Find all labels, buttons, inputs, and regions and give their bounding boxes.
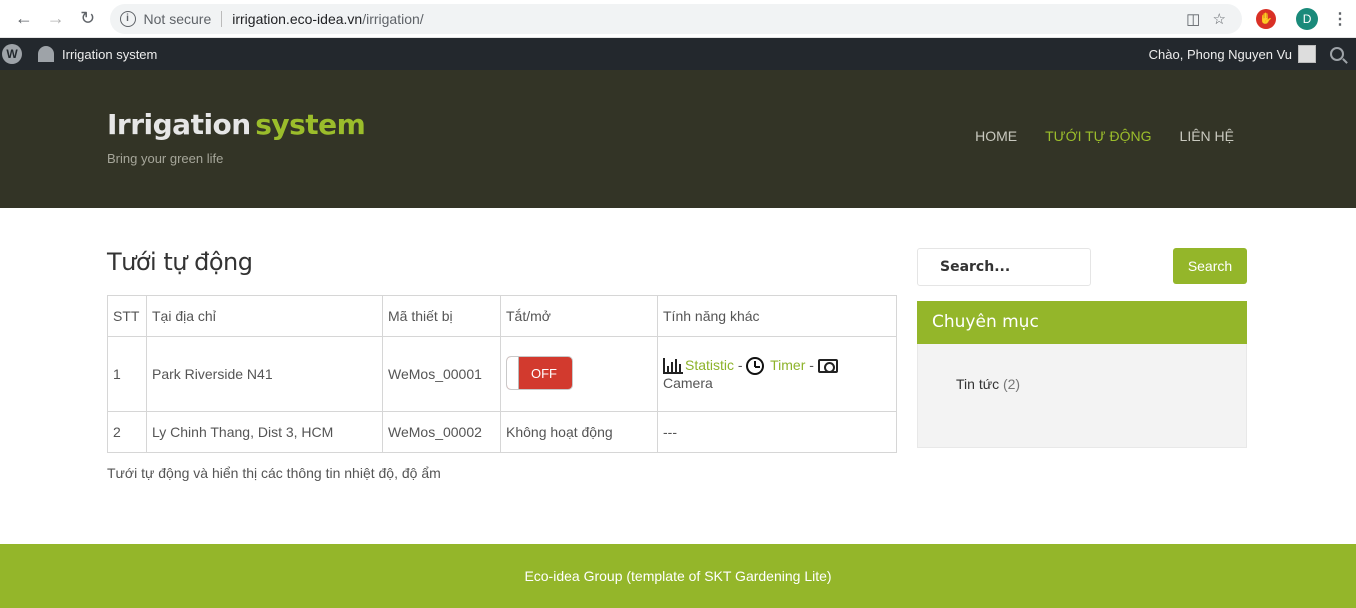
admin-bar: W Irrigation system Chào, Phong Nguyen V… bbox=[0, 38, 1356, 70]
search-icon[interactable] bbox=[1330, 47, 1344, 61]
timer-link[interactable]: Timer bbox=[770, 357, 805, 373]
device-table: STT Tại địa chỉ Mã thiết bị Tắt/mở Tính … bbox=[107, 295, 897, 453]
cell-device: WeMos_00001 bbox=[382, 336, 501, 412]
cell-status: Không hoạt động bbox=[500, 411, 658, 453]
avatar[interactable] bbox=[1298, 45, 1316, 63]
browser-toolbar: ← → ↻ i Not secure irrigation.eco-idea.v… bbox=[0, 0, 1356, 38]
menu-icon[interactable]: ⋮ bbox=[1332, 9, 1348, 29]
categories-widget: Tin tức (2) bbox=[917, 344, 1247, 448]
wordpress-icon[interactable]: W bbox=[2, 44, 22, 64]
cell-features: Statistic - Timer - Camera bbox=[657, 336, 897, 412]
table-row: 1 Park Riverside N41 WeMos_00001 OFF Sta… bbox=[107, 336, 897, 412]
site-header: Irrigation system Bring your green life … bbox=[0, 70, 1356, 208]
address-bar[interactable]: i Not secure irrigation.eco-idea.vn/irri… bbox=[109, 3, 1243, 34]
back-icon[interactable]: ← bbox=[8, 3, 40, 35]
separator: - bbox=[809, 356, 814, 373]
main-nav: HOME TƯỚI TỰ ĐỘNG LIÊN HỆ bbox=[975, 128, 1234, 144]
url-path: /irrigation/ bbox=[362, 10, 424, 27]
cell-stt: 2 bbox=[107, 411, 147, 453]
nav-auto-irrigation[interactable]: TƯỚI TỰ ĐỘNG bbox=[1045, 128, 1151, 144]
forward-icon[interactable]: → bbox=[40, 3, 72, 35]
footer-text: Eco-idea Group (template of SKT Gardenin… bbox=[524, 568, 832, 584]
page-description: Tưới tự động và hiển thị các thông tin n… bbox=[107, 465, 441, 481]
site-tagline: Bring your green life bbox=[107, 151, 224, 166]
cell-stt: 1 bbox=[107, 336, 147, 412]
alarm-clock-icon[interactable] bbox=[746, 357, 765, 376]
col-device: Mã thiết bị bbox=[382, 295, 501, 337]
url-host: irrigation.eco-idea.vn bbox=[232, 10, 363, 27]
site-title-part1: Irrigation bbox=[107, 108, 251, 141]
table-row: 2 Ly Chinh Thang, Dist 3, HCM WeMos_0000… bbox=[107, 411, 897, 453]
cell-features: --- bbox=[657, 411, 897, 453]
star-icon[interactable]: ☆ bbox=[1206, 6, 1232, 32]
categories-widget-title: Chuyên mục bbox=[917, 301, 1247, 344]
profile-avatar[interactable]: D bbox=[1296, 7, 1318, 30]
nav-contact[interactable]: LIÊN HỆ bbox=[1180, 128, 1234, 144]
category-item[interactable]: Tin tức (2) bbox=[956, 376, 1020, 392]
divider bbox=[221, 10, 223, 27]
search-button[interactable]: Search bbox=[1173, 248, 1247, 284]
url-text[interactable]: irrigation.eco-idea.vn/irrigation/ bbox=[232, 11, 423, 27]
col-stt: STT bbox=[107, 295, 147, 337]
security-label: Not secure bbox=[143, 10, 212, 27]
col-address: Tại địa chỉ bbox=[146, 295, 383, 337]
search-input[interactable]: Search... bbox=[917, 248, 1091, 286]
site-footer: Eco-idea Group (template of SKT Gardenin… bbox=[0, 544, 1356, 608]
cell-toggle: OFF bbox=[500, 336, 658, 412]
translate-icon[interactable]: ◫ bbox=[1180, 6, 1206, 32]
camera-icon[interactable] bbox=[817, 359, 838, 374]
cell-address: Park Riverside N41 bbox=[146, 336, 383, 412]
category-count: (2) bbox=[1002, 376, 1021, 392]
cell-device: WeMos_00002 bbox=[382, 411, 501, 453]
site-brand[interactable]: Irrigation system Bring your green life bbox=[107, 108, 366, 166]
table-header-row: STT Tại địa chỉ Mã thiết bị Tắt/mở Tính … bbox=[107, 295, 897, 337]
col-features: Tính năng khác bbox=[657, 295, 897, 337]
toggle-label: OFF bbox=[531, 365, 557, 381]
bar-chart-icon[interactable] bbox=[663, 358, 683, 375]
dashboard-icon[interactable] bbox=[38, 46, 54, 62]
reload-icon[interactable]: ↻ bbox=[72, 3, 104, 35]
user-greeting[interactable]: Chào, Phong Nguyen Vu bbox=[1149, 47, 1292, 62]
extension-icon[interactable]: ✋ bbox=[1256, 8, 1277, 29]
power-toggle[interactable]: OFF bbox=[506, 355, 573, 390]
col-toggle: Tắt/mở bbox=[500, 295, 658, 337]
page-title: Tưới tự động bbox=[107, 248, 253, 276]
toggle-knob bbox=[507, 356, 519, 389]
separator: - bbox=[737, 356, 743, 373]
info-icon[interactable]: i bbox=[119, 10, 136, 27]
statistic-link[interactable]: Statistic bbox=[685, 357, 734, 373]
category-link[interactable]: Tin tức bbox=[956, 376, 999, 392]
content-area: Tưới tự động STT Tại địa chỉ Mã thiết bị… bbox=[0, 208, 1356, 543]
cell-address: Ly Chinh Thang, Dist 3, HCM bbox=[146, 411, 383, 453]
admin-site-name[interactable]: Irrigation system bbox=[62, 47, 157, 62]
camera-link[interactable]: Camera bbox=[663, 375, 713, 391]
site-title-part2: system bbox=[255, 108, 366, 141]
nav-home[interactable]: HOME bbox=[975, 128, 1017, 144]
